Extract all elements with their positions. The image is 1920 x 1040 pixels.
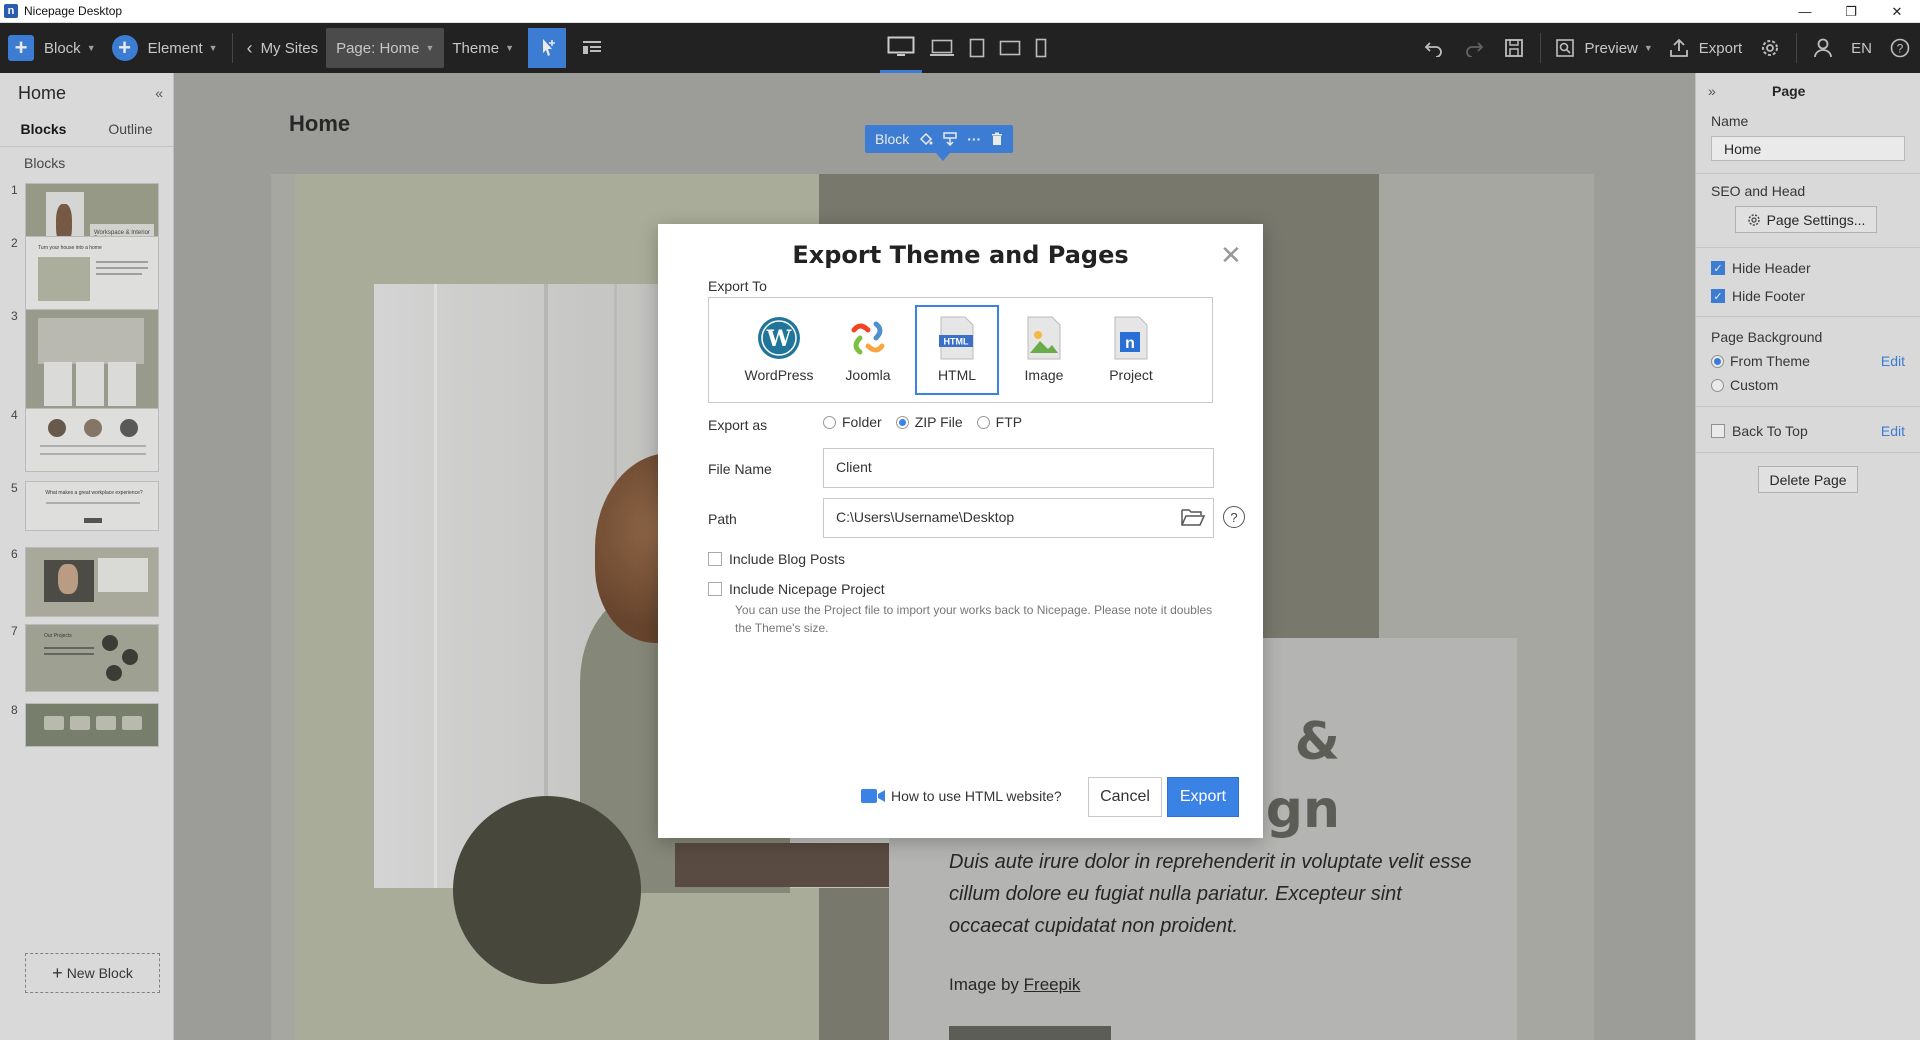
- export-as-option-label: FTP: [995, 414, 1023, 430]
- include-project-label: Include Nicepage Project: [729, 581, 885, 597]
- svg-text:W: W: [766, 326, 792, 352]
- file-name-input[interactable]: Client: [823, 448, 1214, 488]
- file-name-label: File Name: [708, 461, 772, 477]
- include-project-checkbox[interactable]: Include Nicepage Project: [708, 581, 885, 597]
- export-as-label: Export as: [708, 417, 768, 433]
- joomla-icon: [845, 315, 891, 361]
- export-option-html[interactable]: HTML HTML: [915, 305, 999, 395]
- export-as-option-label: Folder: [842, 414, 882, 430]
- radio-icon: [823, 415, 836, 429]
- app-title: Nicepage Desktop: [24, 4, 123, 18]
- project-note: You can use the Project file to import y…: [735, 603, 1213, 635]
- wordpress-icon: W: [756, 315, 802, 361]
- export-option-label: Project: [1109, 367, 1153, 383]
- export-target-options: W WordPress Joomla HTML HTML Image n Pro…: [708, 297, 1213, 403]
- export-option-label: Image: [1024, 367, 1064, 383]
- path-value: C:\Users\Username\Desktop: [836, 509, 1015, 525]
- export-dialog: Export Theme and Pages ✕ Export To W Wor…: [658, 224, 1263, 838]
- export-as-options: Folder ZIP File FTP: [823, 414, 1036, 430]
- radio-selected-icon: [895, 415, 909, 429]
- folder-open-icon[interactable]: [1181, 507, 1205, 527]
- export-option-image[interactable]: Image: [1002, 305, 1086, 395]
- dialog-title: Export Theme and Pages: [792, 241, 1129, 269]
- howto-label: How to use HTML website?: [891, 788, 1062, 804]
- export-option-project[interactable]: n Project: [1089, 305, 1173, 395]
- cancel-button[interactable]: Cancel: [1088, 777, 1162, 817]
- path-input[interactable]: C:\Users\Username\Desktop: [823, 498, 1214, 538]
- image-file-icon: [1021, 315, 1067, 361]
- nicepage-logo-icon: n: [4, 4, 18, 18]
- include-blog-posts-checkbox[interactable]: Include Blog Posts: [708, 551, 845, 567]
- nicepage-project-icon: n: [1108, 315, 1154, 361]
- export-as-ftp-radio[interactable]: FTP: [976, 414, 1023, 430]
- maximize-button[interactable]: ❐: [1828, 0, 1874, 23]
- close-icon[interactable]: ✕: [1220, 242, 1242, 268]
- checkbox-icon: [708, 582, 722, 596]
- video-camera-icon: [861, 789, 885, 803]
- close-window-button[interactable]: ✕: [1874, 0, 1920, 23]
- svg-text:n: n: [1125, 335, 1135, 352]
- export-option-label: WordPress: [744, 367, 814, 383]
- export-as-option-label: ZIP File: [914, 414, 963, 430]
- export-as-folder-radio[interactable]: Folder: [823, 414, 882, 430]
- export-to-label: Export To: [708, 278, 767, 294]
- export-as-zip-radio[interactable]: ZIP File: [895, 414, 963, 430]
- svg-text:HTML: HTML: [944, 337, 969, 347]
- include-blog-posts-label: Include Blog Posts: [729, 551, 845, 567]
- export-option-wordpress[interactable]: W WordPress: [737, 305, 821, 395]
- checkbox-icon: [708, 552, 722, 566]
- minimize-button[interactable]: —: [1782, 0, 1828, 23]
- export-option-label: Joomla: [845, 367, 891, 383]
- export-option-label: HTML: [937, 367, 977, 383]
- export-button[interactable]: Export: [1167, 777, 1239, 817]
- howto-link[interactable]: How to use HTML website?: [861, 788, 1062, 804]
- help-icon[interactable]: ?: [1223, 506, 1245, 528]
- html-file-icon: HTML: [934, 315, 980, 361]
- radio-icon: [976, 415, 990, 429]
- export-option-joomla[interactable]: Joomla: [826, 305, 910, 395]
- path-label: Path: [708, 511, 737, 527]
- title-bar: n Nicepage Desktop — ❐ ✕: [0, 0, 1920, 23]
